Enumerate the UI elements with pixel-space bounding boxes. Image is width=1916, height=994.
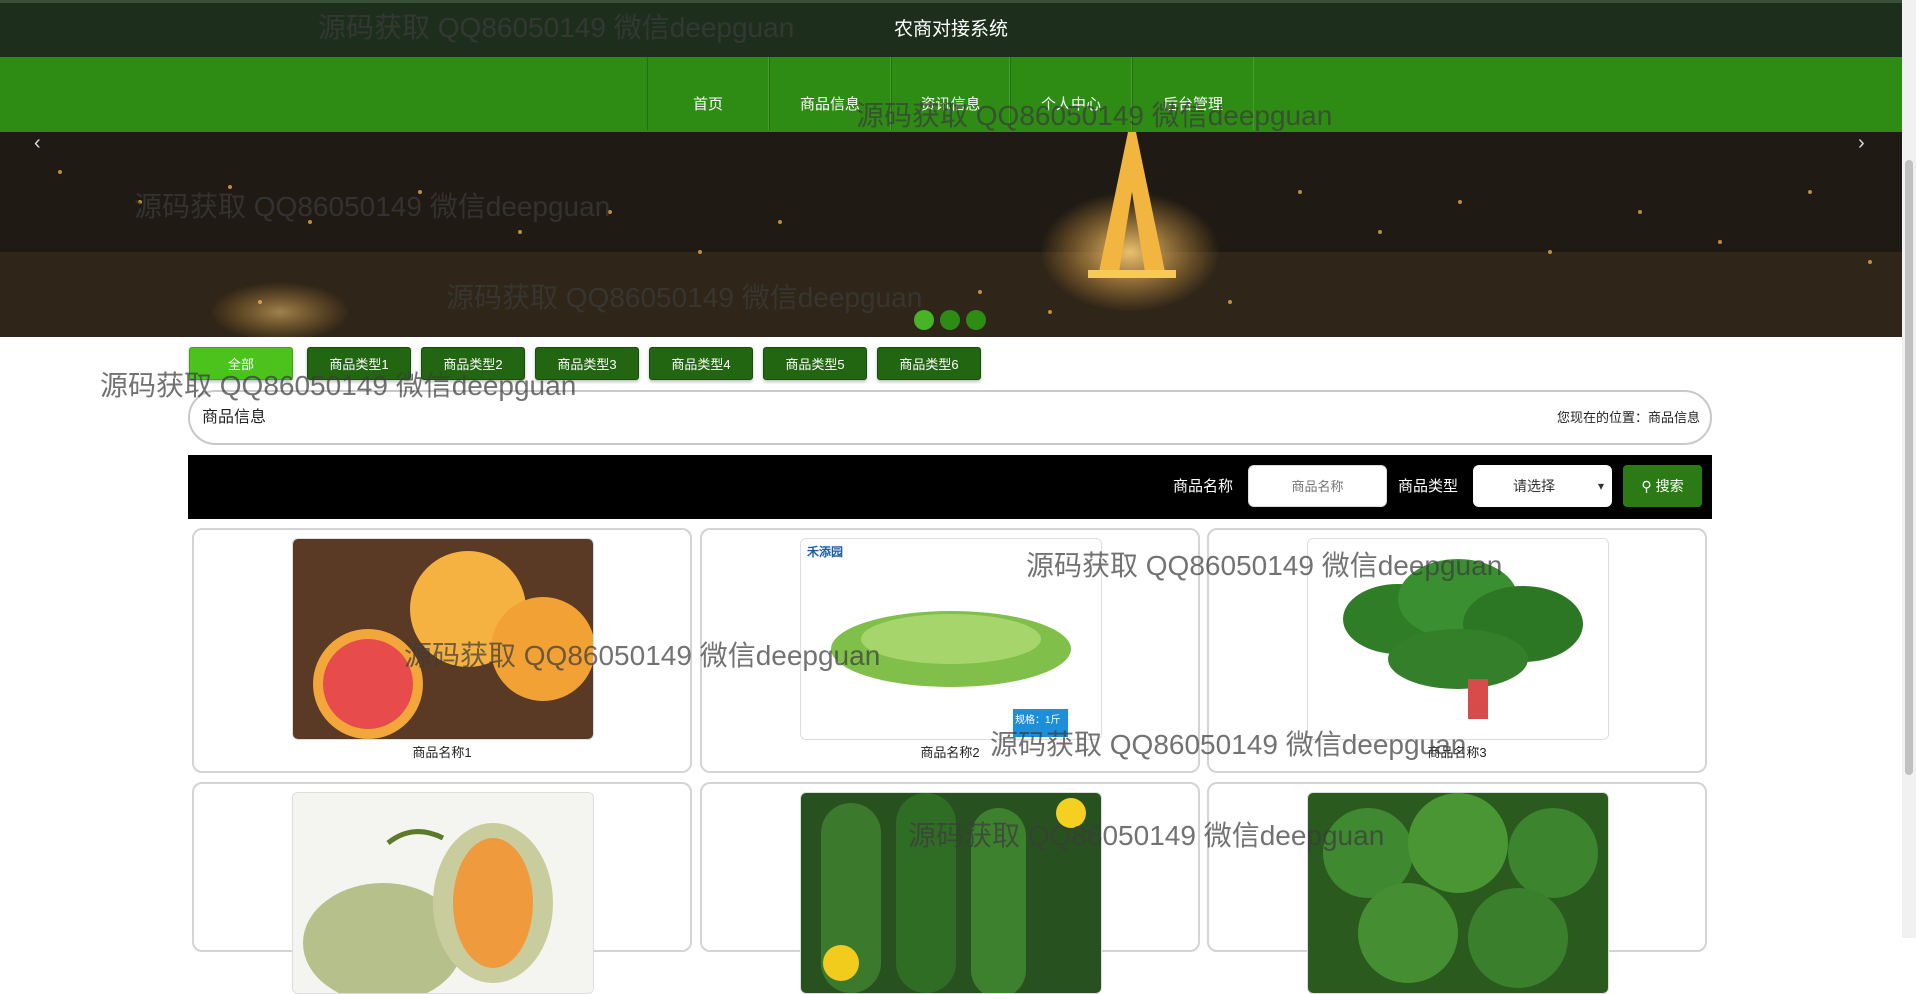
search-button[interactable]: ⚲ 搜索 (1623, 465, 1702, 507)
nav-home[interactable]: 首页 (647, 57, 769, 130)
page-title: 商品信息 (202, 409, 267, 426)
spec-tag: 规格：1斤 (1015, 715, 1061, 726)
page-scrollbar[interactable] (1902, 0, 1916, 938)
chevron-down-icon: ▾ (1597, 479, 1604, 493)
product-image-melon[interactable] (292, 792, 594, 994)
category-type-2[interactable]: 商品类型2 (421, 347, 525, 380)
search-bar: 商品名称 商品类型 请选择 ▾ ⚲ 搜索 (188, 455, 1712, 519)
carousel-dot-2[interactable] (940, 310, 960, 330)
product-name[interactable]: 商品名称3 (1209, 742, 1705, 761)
product-card[interactable]: 商品名称3 (1207, 528, 1707, 773)
product-card[interactable] (700, 782, 1200, 994)
product-type-select[interactable]: 请选择 ▾ (1473, 465, 1612, 507)
product-card[interactable]: 商品名称1 (192, 528, 692, 773)
product-image-grapefruit[interactable] (292, 538, 594, 740)
select-value: 请选择 (1513, 478, 1555, 494)
nav-personal-center[interactable]: 个人中心 (1010, 57, 1132, 130)
banner-next-arrow[interactable]: › (1858, 132, 1865, 155)
name-label: 商品名称 (1173, 478, 1234, 495)
nav-news[interactable]: 资讯信息 (891, 57, 1010, 130)
product-image-cucumber[interactable] (800, 792, 1102, 994)
carousel-dot-3[interactable] (966, 310, 986, 330)
category-type-1[interactable]: 商品类型1 (307, 347, 411, 380)
search-icon: ⚲ (1641, 478, 1652, 494)
nav-admin[interactable]: 后台管理 (1132, 57, 1254, 130)
main-nav: 首页 商品信息 资讯信息 个人中心 后台管理 (0, 57, 1902, 132)
banner-prev-arrow[interactable]: ‹ (34, 132, 41, 155)
search-button-label: 搜索 (1655, 478, 1684, 494)
scroll-thumb[interactable] (1905, 160, 1913, 775)
city-night-image (0, 132, 1902, 337)
product-image-lettuce[interactable]: 禾添园 规格：1斤 (800, 538, 1102, 740)
product-card[interactable]: 禾添园 规格：1斤 商品名称2 (700, 528, 1200, 773)
current-location: 您现在的位置：商品信息 (1556, 410, 1700, 425)
banner-carousel[interactable]: ‹ › (0, 132, 1902, 337)
product-card[interactable] (1207, 782, 1707, 994)
site-title: 农商对接系统 (893, 19, 1008, 40)
carousel-dot-1[interactable] (914, 310, 934, 330)
product-name[interactable]: 商品名称2 (702, 742, 1198, 761)
top-bar: 农商对接系统 (0, 0, 1902, 57)
product-card[interactable] (192, 782, 692, 994)
product-image-spinach[interactable] (1307, 538, 1609, 740)
category-type-4[interactable]: 商品类型4 (649, 347, 753, 380)
product-name[interactable]: 商品名称1 (194, 742, 690, 761)
category-type-3[interactable]: 商品类型3 (535, 347, 639, 380)
category-type-5[interactable]: 商品类型5 (763, 347, 867, 380)
nav-products[interactable]: 商品信息 (769, 57, 891, 130)
breadcrumb: 商品信息 您现在的位置：商品信息 (188, 390, 1712, 445)
category-all[interactable]: 全部 (189, 347, 293, 380)
product-image-broccoli[interactable] (1307, 792, 1609, 994)
category-type-6[interactable]: 商品类型6 (877, 347, 981, 380)
brand-logo: 禾添园 (807, 545, 844, 559)
product-name-input[interactable] (1248, 465, 1387, 507)
type-label: 商品类型 (1398, 478, 1459, 495)
